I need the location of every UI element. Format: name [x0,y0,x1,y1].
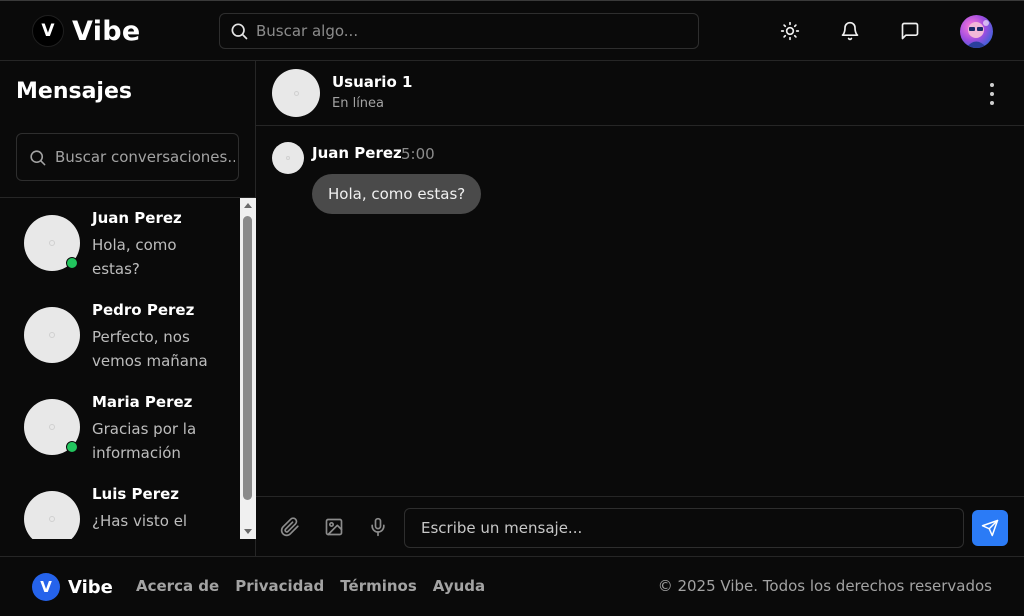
footer-logo[interactable]: V Vibe [32,573,113,601]
top-header: V Vibe [0,0,1024,61]
conversation-search [16,133,239,181]
chat-panel: Usuario 1 En línea Juan Perez 5:00 Hola,… [256,61,1024,556]
send-button[interactable] [972,510,1008,546]
send-icon [981,519,999,537]
conversation-item[interactable]: Juan Perez Hola, como estas? [0,198,240,290]
contact-avatar [24,399,80,455]
contact-avatar[interactable] [272,69,320,117]
global-search-input[interactable] [256,22,676,40]
app-root: V Vibe Mensaj [0,0,1024,616]
brand-name: Vibe [72,15,141,47]
messages-button[interactable] [900,21,920,41]
message-icon [901,22,919,40]
more-options-button[interactable] [982,83,1002,105]
online-indicator [66,441,78,453]
chat-contact-status: En línea [332,96,385,111]
message-bubble: Hola, como estas? [312,174,482,214]
conversation-preview: Perfecto, nos vemos mañana [92,328,208,370]
search-icon [229,21,249,41]
conversation-name: Luis Perez [92,485,179,503]
user-avatar[interactable] [960,15,993,48]
conversations-sidebar: Mensajes Juan Perez Hola, como estas? Pe… [0,61,256,556]
conversation-item[interactable]: Pedro Perez Perfecto, nos vemos mañana [0,290,240,382]
message-input[interactable] [404,508,964,548]
contact-avatar [24,491,80,539]
conversation-list: Juan Perez Hola, como estas? Pedro Perez… [0,198,240,539]
conversation-preview: Hola, como estas? [92,236,177,278]
attach-file-button[interactable] [279,516,301,538]
copyright-text: © 2025 Vibe. Todos los derechos reservad… [657,577,992,595]
page-footer: V Vibe Acerca de Privacidad Términos Ayu… [0,556,1024,616]
brand-logo[interactable]: V Vibe [32,15,141,47]
logo-badge: V [32,15,64,47]
global-search [219,13,699,49]
message-sender-avatar [272,142,304,174]
conversation-preview: Gracias por la información [92,420,197,462]
chat-contact-name: Usuario 1 [332,73,413,91]
search-icon [28,148,47,167]
message-sender: Juan Perez [312,144,402,162]
theme-toggle-button[interactable] [780,21,800,41]
conversation-name: Juan Perez [92,209,182,227]
conversation-name: Pedro Perez [92,301,195,319]
conversation-scrollbar[interactable] [240,198,256,539]
scroll-down-arrow-icon[interactable] [244,529,252,534]
online-indicator [66,257,78,269]
contact-avatar [24,215,80,271]
conversation-search-input[interactable] [55,148,235,166]
attach-image-button[interactable] [323,516,345,538]
scroll-up-arrow-icon[interactable] [244,203,252,208]
notifications-button[interactable] [840,21,860,41]
footer-links: Acerca de Privacidad Términos Ayuda [136,577,485,595]
chat-header: Usuario 1 En línea [256,61,1024,126]
footer-link-terms[interactable]: Términos [340,577,417,595]
message-time: 5:00 [401,145,435,163]
sidebar-title: Mensajes [16,79,132,104]
message-composer [256,496,1024,556]
voice-message-button[interactable] [367,516,389,538]
image-icon [325,518,343,536]
conversation-item[interactable]: Maria Perez Gracias por la información [0,382,240,474]
footer-link-privacy[interactable]: Privacidad [235,577,324,595]
paperclip-icon [280,517,299,537]
contact-avatar [24,307,80,363]
bell-icon [841,21,859,41]
avatar-illustration [966,20,989,48]
conversation-item[interactable]: Luis Perez ¿Has visto el nuevo proyecto? [0,474,240,539]
footer-logo-badge: V [32,573,60,601]
conversation-preview: ¿Has visto el nuevo proyecto? [92,512,188,539]
microphone-icon [371,517,385,537]
scrollbar-thumb[interactable] [243,216,252,500]
footer-link-about[interactable]: Acerca de [136,577,219,595]
conversation-name: Maria Perez [92,393,193,411]
sun-icon [780,21,800,41]
footer-brand-name: Vibe [68,576,113,598]
more-vertical-icon [990,83,994,87]
footer-link-help[interactable]: Ayuda [433,577,485,595]
